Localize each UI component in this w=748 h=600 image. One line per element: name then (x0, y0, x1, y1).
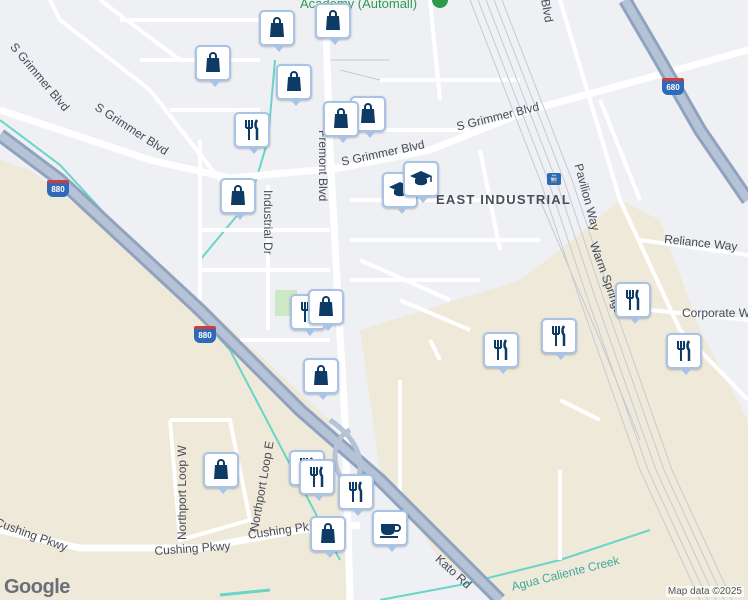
shopping-bag-icon (319, 7, 347, 35)
restaurant-marker-6[interactable] (666, 333, 702, 375)
shopping-bag-icon (224, 182, 252, 210)
shop-marker-10[interactable] (203, 452, 239, 494)
area-label-east-industrial: EAST INDUSTRIAL (436, 192, 571, 207)
shop-marker-3[interactable] (195, 45, 231, 87)
shopping-bag-icon (314, 520, 342, 548)
restaurant-marker-5[interactable] (615, 282, 651, 324)
cafe-icon (376, 514, 404, 542)
restaurant-marker-4[interactable] (541, 318, 577, 360)
train-station-icon[interactable]: 🚆 (547, 173, 561, 185)
street-label-northport-w: Northport Loop W (175, 445, 189, 540)
interstate-880-shield-b: 880 (194, 326, 216, 343)
google-logo: Google (4, 576, 70, 598)
school-marker-2[interactable] (403, 161, 439, 203)
restaurant-icon (545, 322, 573, 350)
shop-marker-9[interactable] (303, 358, 339, 400)
shop-marker-1[interactable] (259, 10, 295, 52)
restaurant-icon (670, 337, 698, 365)
shopping-bag-icon (207, 456, 235, 484)
restaurant-marker-8[interactable] (299, 459, 335, 501)
shopping-bag-icon (199, 49, 227, 77)
interstate-680-shield: 680 (662, 78, 684, 95)
shopping-bag-icon (307, 362, 335, 390)
restaurant-marker-9[interactable] (338, 474, 374, 516)
cafe-marker-1[interactable] (372, 510, 408, 552)
street-label-fremont: Fremont Blvd (316, 130, 330, 202)
street-label-industrial: Industrial Dr (261, 190, 275, 255)
shopping-bag-icon (263, 14, 291, 42)
shop-marker-2[interactable] (315, 3, 351, 45)
shop-marker-7[interactable] (220, 178, 256, 220)
shop-marker-8[interactable] (308, 289, 344, 331)
restaurant-icon (342, 478, 370, 506)
restaurant-icon (487, 336, 515, 364)
shopping-bag-icon (312, 293, 340, 321)
shop-marker-11[interactable] (310, 516, 346, 558)
restaurant-marker-1[interactable] (234, 112, 270, 154)
street-label-corporate: Corporate Way (682, 306, 748, 320)
restaurant-icon (238, 116, 266, 144)
interstate-880-shield-a: 880 (47, 180, 69, 197)
shop-marker-6[interactable] (323, 101, 359, 143)
restaurant-icon (619, 286, 647, 314)
graduation-cap-icon (407, 165, 435, 193)
map-attribution: Map data ©2025 (665, 586, 744, 597)
shopping-bag-icon (327, 105, 355, 133)
shopping-bag-icon (280, 68, 308, 96)
restaurant-marker-3[interactable] (483, 332, 519, 374)
restaurant-icon (303, 463, 331, 491)
shop-marker-4[interactable] (276, 64, 312, 106)
